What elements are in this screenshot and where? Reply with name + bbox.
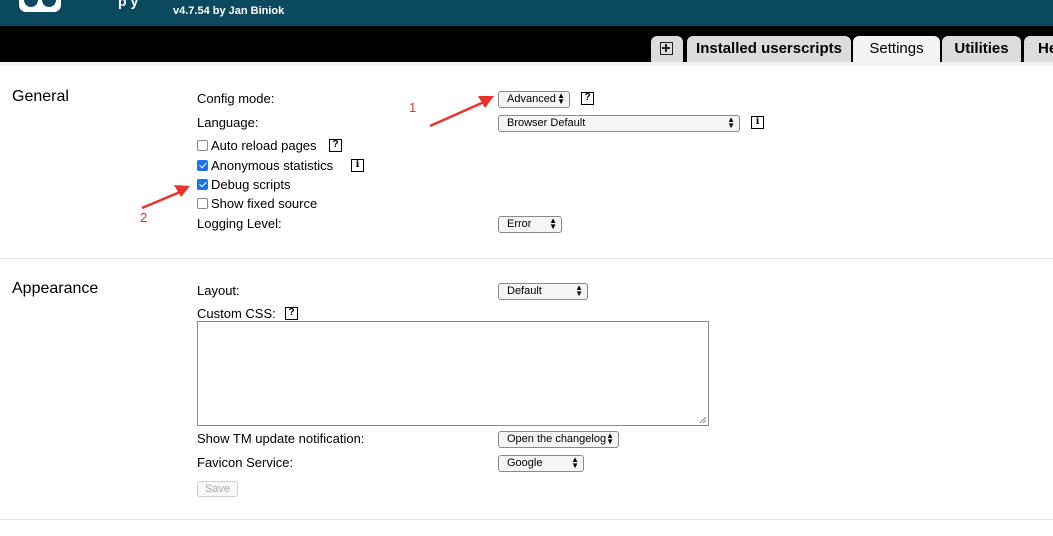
plus-box-icon xyxy=(660,42,673,55)
annotation-arrow-1 xyxy=(429,96,494,128)
favicon-service-select[interactable]: Google ▲ ▼ xyxy=(498,455,584,472)
app-header: p y v4.7.54 by Jan Biniok xyxy=(0,0,1053,26)
select-arrows-icon: ▲ ▼ xyxy=(727,115,735,130)
layout-label: Layout: xyxy=(197,283,240,298)
select-arrows-icon: ▲ ▼ xyxy=(606,431,614,446)
update-notification-select[interactable]: Open the changelog ▲ ▼ xyxy=(498,431,619,448)
auto-reload-row: Auto reload pages xyxy=(197,138,317,153)
update-notification-value: Open the changelog xyxy=(507,433,607,445)
logging-level-value: Error xyxy=(507,218,532,230)
favicon-service-label: Favicon Service: xyxy=(197,455,294,470)
section-divider xyxy=(0,519,1053,520)
auto-reload-label: Auto reload pages xyxy=(211,138,317,153)
debug-scripts-label: Debug scripts xyxy=(211,177,291,192)
app-title-partial: p y xyxy=(118,0,139,9)
config-mode-label: Config mode: xyxy=(197,91,275,106)
custom-css-label: Custom CSS: xyxy=(197,306,276,321)
custom-css-help-icon[interactable]: ? xyxy=(285,307,298,320)
logging-level-select[interactable]: Error ▲ ▼ xyxy=(498,216,562,233)
favicon-service-value: Google xyxy=(507,457,543,469)
language-select[interactable]: Browser Default ▲ ▼ xyxy=(498,115,740,132)
tampermonkey-logo xyxy=(19,0,61,12)
app-version-subtitle: v4.7.54 by Jan Biniok xyxy=(173,5,285,17)
custom-css-textarea[interactable] xyxy=(197,321,709,426)
select-arrows-icon: ▲ ▼ xyxy=(549,216,557,231)
language-info-icon[interactable]: i xyxy=(751,116,764,129)
config-mode-help-icon[interactable]: ? xyxy=(581,92,594,105)
config-mode-value: Advanced xyxy=(507,93,556,105)
auto-reload-checkbox[interactable] xyxy=(197,140,208,151)
section-title-appearance: Appearance xyxy=(12,280,99,297)
tab-installed-userscripts[interactable]: Installed userscripts xyxy=(687,36,851,62)
anonymous-statistics-row: Anonymous statistics xyxy=(197,158,333,173)
save-button[interactable]: Save xyxy=(197,481,238,497)
anonymous-statistics-info-icon[interactable]: i xyxy=(351,159,364,172)
anonymous-statistics-checkbox[interactable] xyxy=(197,160,208,171)
section-title-general: General xyxy=(12,88,69,105)
layout-value: Default xyxy=(507,285,542,297)
tab-new-script[interactable] xyxy=(651,36,683,62)
annotation-arrow-2 xyxy=(141,185,190,210)
show-fixed-source-label: Show fixed source xyxy=(211,196,318,211)
auto-reload-help-icon[interactable]: ? xyxy=(329,139,342,152)
anonymous-statistics-label: Anonymous statistics xyxy=(211,158,334,173)
debug-scripts-checkbox[interactable] xyxy=(197,179,208,190)
select-arrows-icon: ▲ ▼ xyxy=(557,91,565,106)
resize-grip-icon[interactable] xyxy=(699,416,707,424)
tab-help[interactable]: He xyxy=(1024,36,1053,62)
select-arrows-icon: ▲ ▼ xyxy=(571,455,579,470)
tab-bar: Installed userscripts Settings Utilities… xyxy=(0,26,1053,62)
tab-settings[interactable]: Settings xyxy=(853,36,940,62)
update-notification-label: Show TM update notification: xyxy=(197,431,365,446)
debug-scripts-row: Debug scripts xyxy=(197,177,290,192)
config-mode-select[interactable]: Advanced ▲ ▼ xyxy=(498,91,570,108)
layout-select[interactable]: Default ▲ ▼ xyxy=(498,283,588,300)
tab-underline xyxy=(0,62,1053,66)
logging-level-label: Logging Level: xyxy=(197,216,282,231)
language-value: Browser Default xyxy=(507,117,586,129)
annotation-number-2: 2 xyxy=(140,210,148,225)
language-label: Language: xyxy=(197,115,259,130)
section-divider xyxy=(0,258,1053,259)
select-arrows-icon: ▲ ▼ xyxy=(575,283,583,298)
show-fixed-source-checkbox[interactable] xyxy=(197,198,208,209)
annotation-number-1: 1 xyxy=(409,100,417,115)
show-fixed-source-row: Show fixed source xyxy=(197,196,317,211)
tab-utilities[interactable]: Utilities xyxy=(942,36,1021,62)
